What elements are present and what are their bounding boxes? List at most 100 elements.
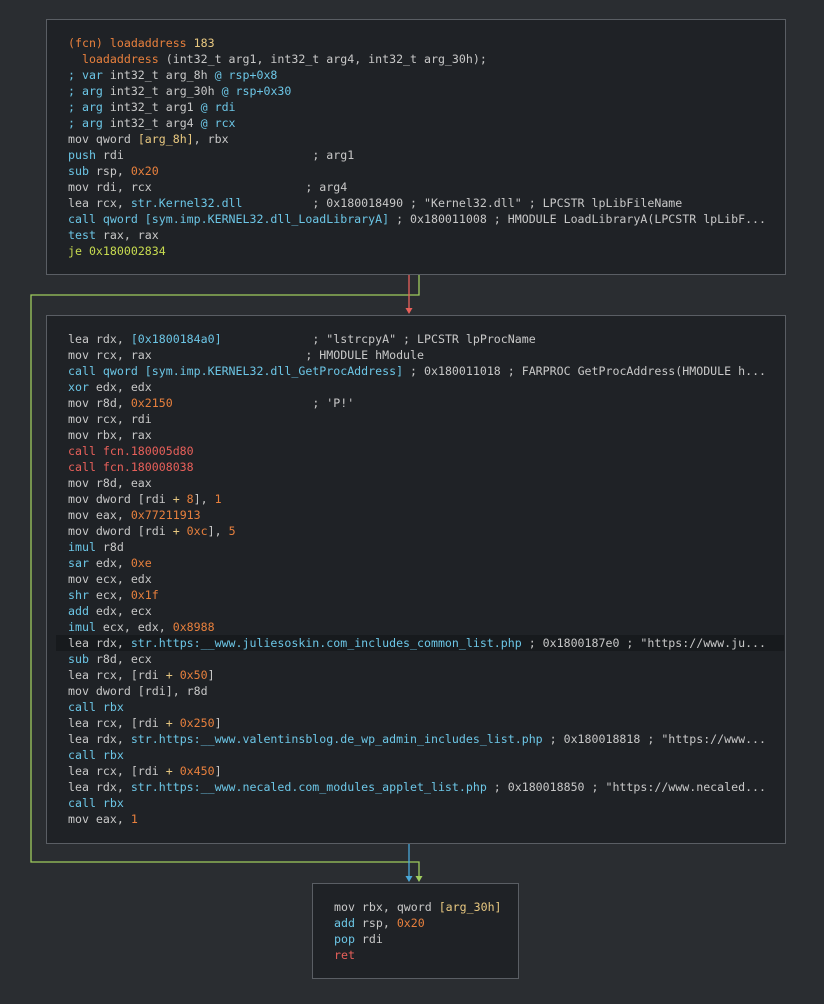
asm-token: 0xc: [186, 524, 208, 538]
asm-token: ; "lstrcpyA" ; LPCSTR lpProcName: [221, 332, 536, 346]
asm-line[interactable]: call qword [sym.imp.KERNEL32.dll_LoadLib…: [68, 211, 766, 227]
basic-block-body[interactable]: lea rdx, [0x1800184a0] ; "lstrcpyA" ; LP…: [46, 315, 786, 844]
asm-line[interactable]: call rbx: [68, 795, 784, 811]
asm-line[interactable]: mov dword [rdi], r8d: [68, 683, 784, 699]
asm-line[interactable]: lea rdx, [0x1800184a0] ; "lstrcpyA" ; LP…: [68, 331, 784, 347]
asm-token: mov: [68, 180, 96, 194]
basic-block-exit[interactable]: mov rbx, qword [arg_30h] add rsp, 0x20 pop…: [312, 883, 519, 979]
asm-token: (int32_t arg1, int32_t arg4, int32_t arg…: [158, 52, 487, 66]
asm-line[interactable]: mov r8d, 0x2150 ; 'P!': [68, 395, 784, 411]
asm-line[interactable]: ret: [334, 947, 502, 963]
asm-token: eax,: [95, 812, 131, 826]
asm-line[interactable]: mov rbx, qword [arg_30h]: [334, 899, 502, 915]
asm-line[interactable]: mov rcx, rdi: [68, 411, 784, 427]
asm-token: call: [68, 444, 103, 458]
asm-token: mov: [68, 132, 96, 146]
asm-line[interactable]: shr ecx, 0x1f: [68, 587, 784, 603]
asm-line[interactable]: mov qword [arg_8h], rbx: [68, 131, 766, 147]
asm-token: call: [68, 796, 103, 810]
asm-line[interactable]: mov ecx, edx: [68, 571, 784, 587]
asm-line[interactable]: lea rcx, [rdi + 0x250]: [68, 715, 784, 731]
asm-token: push: [68, 148, 103, 162]
asm-token: ; HMODULE hModule: [305, 348, 424, 362]
asm-token: r8d, eax: [95, 476, 152, 490]
asm-line[interactable]: imul r8d: [68, 539, 784, 555]
asm-token: mov: [68, 524, 96, 538]
asm-line[interactable]: lea rcx, [rdi + 0x50]: [68, 667, 784, 683]
asm-line[interactable]: imul ecx, edx, 0x8988: [68, 619, 784, 635]
asm-line[interactable]: sub r8d, ecx: [68, 651, 784, 667]
asm-line[interactable]: ; arg int32_t arg_30h @ rsp+0x30: [68, 83, 766, 99]
asm-token: pop: [334, 932, 362, 946]
asm-line[interactable]: mov dword [rdi + 0xc], 5: [68, 523, 784, 539]
asm-token: ret: [334, 948, 355, 962]
asm-line[interactable]: sar edx, 0xe: [68, 555, 784, 571]
asm-line[interactable]: sub rsp, 0x20: [68, 163, 766, 179]
asm-token: rcx, [rdi: [95, 764, 166, 778]
asm-token: rsp,: [361, 916, 397, 930]
asm-token: dword [rdi: [95, 524, 173, 538]
block-code: mov rbx, qword [arg_30h] add rsp, 0x20 pop…: [334, 899, 502, 963]
asm-line[interactable]: mov rdi, rcx ; arg4: [68, 179, 766, 195]
asm-line[interactable]: loadaddress (int32_t arg1, int32_t arg4,…: [68, 51, 766, 67]
asm-token: [arg_8h]: [137, 132, 194, 146]
asm-token: ],: [207, 524, 229, 538]
asm-line[interactable]: mov dword [rdi + 8], 1: [68, 491, 784, 507]
asm-token: loadaddress: [81, 52, 159, 66]
asm-token: rbx: [102, 796, 124, 810]
asm-token: ]: [214, 764, 222, 778]
asm-line[interactable]: je 0x180002834: [68, 243, 766, 259]
asm-line[interactable]: mov rbx, rax: [68, 427, 784, 443]
asm-token: +: [165, 716, 180, 730]
asm-token: 0x50: [179, 668, 208, 682]
asm-line[interactable]: add edx, ecx: [68, 603, 784, 619]
asm-line[interactable]: test rax, rax: [68, 227, 766, 243]
asm-token: dword [rdi: [95, 492, 173, 506]
asm-line[interactable]: ; arg int32_t arg1 @ rdi: [68, 99, 766, 115]
asm-token: rdi, rcx: [95, 180, 306, 194]
asm-token: lea: [68, 780, 96, 794]
asm-line[interactable]: ; var int32_t arg_8h @ rsp+0x8: [68, 67, 766, 83]
asm-line[interactable]: xor edx, edx: [68, 379, 784, 395]
asm-line[interactable]: call fcn.180005d80: [68, 443, 784, 459]
asm-token: ; 'P!': [172, 396, 355, 410]
asm-line[interactable]: call rbx: [68, 747, 784, 763]
asm-token: 5: [228, 524, 236, 538]
asm-token: rdx,: [95, 636, 131, 650]
asm-token: 0x180002834: [88, 244, 166, 258]
asm-line[interactable]: lea rdx, str.https:__www.juliesoskin.com…: [56, 635, 784, 651]
asm-token: edx, ecx: [95, 604, 152, 618]
asm-line[interactable]: mov r8d, eax: [68, 475, 784, 491]
asm-line[interactable]: call fcn.180008038: [68, 459, 784, 475]
asm-token: mov: [68, 396, 96, 410]
asm-token: fcn.180005d80: [102, 444, 194, 458]
asm-line[interactable]: lea rdx, str.https:__www.valentinsblog.d…: [68, 731, 784, 747]
asm-token: str.https:__www.valentinsblog.de_wp_admi…: [130, 732, 543, 746]
asm-token: ; arg: [68, 84, 110, 98]
asm-token: rdx,: [95, 332, 131, 346]
asm-line[interactable]: ; arg int32_t arg4 @ rcx: [68, 115, 766, 131]
asm-line[interactable]: lea rcx, str.Kernel32.dll ; 0x180018490 …: [68, 195, 766, 211]
asm-line[interactable]: add rsp, 0x20: [334, 915, 502, 931]
asm-token: 0x450: [179, 764, 215, 778]
asm-line[interactable]: push rdi ; arg1: [68, 147, 766, 163]
asm-token: je: [68, 244, 89, 258]
asm-token: call: [68, 748, 103, 762]
asm-line[interactable]: lea rcx, [rdi + 0x450]: [68, 763, 784, 779]
asm-line[interactable]: (fcn) loadaddress 183: [68, 35, 766, 51]
asm-token: fcn.180008038: [102, 460, 194, 474]
asm-line[interactable]: mov eax, 1: [68, 811, 784, 827]
asm-line[interactable]: call rbx: [68, 699, 784, 715]
asm-line[interactable]: call qword [sym.imp.KERNEL32.dll_GetProc…: [68, 363, 784, 379]
asm-line[interactable]: mov eax, 0x77211913: [68, 507, 784, 523]
asm-line[interactable]: lea rdx, str.https:__www.necaled.com_mod…: [68, 779, 784, 795]
asm-token: mov: [68, 428, 96, 442]
basic-block-entry[interactable]: (fcn) loadaddress 183 loadaddress (int32…: [46, 19, 786, 275]
asm-line[interactable]: mov rcx, rax ; HMODULE hModule: [68, 347, 784, 363]
block-code: (fcn) loadaddress 183 loadaddress (int32…: [68, 35, 766, 259]
asm-token: sub: [68, 164, 96, 178]
asm-token: ; arg: [68, 100, 110, 114]
asm-token: rdx,: [95, 780, 131, 794]
asm-token: ; 0x1800187e0 ; "https://www.ju...: [521, 636, 767, 650]
asm-line[interactable]: pop rdi: [334, 931, 502, 947]
